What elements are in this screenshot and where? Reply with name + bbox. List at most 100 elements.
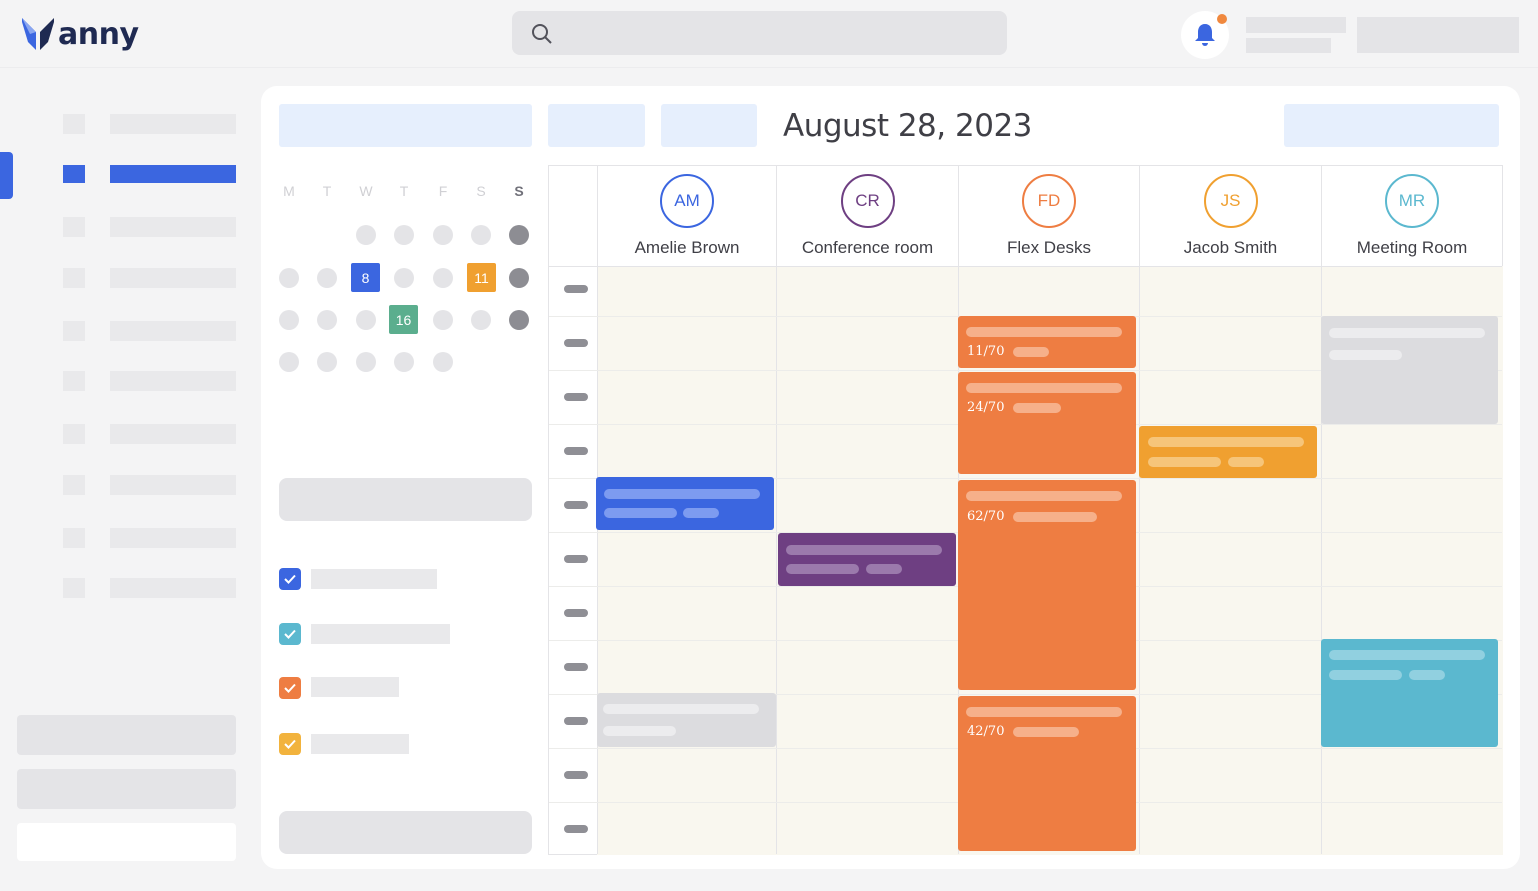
grid-column-divider: [776, 166, 777, 854]
filter-checkbox-blue[interactable]: [279, 568, 301, 590]
calendar-day[interactable]: [509, 310, 529, 330]
sidebar-item-7[interactable]: [63, 424, 238, 444]
booking-meeting-room-grey[interactable]: [1321, 316, 1498, 424]
calendar-day[interactable]: [509, 225, 529, 245]
calendar-day[interactable]: [433, 310, 453, 330]
toolbar-view-button[interactable]: [1284, 104, 1499, 147]
left-panel-button-top[interactable]: [279, 478, 532, 521]
resource-header-flex-desks[interactable]: FD Flex Desks: [959, 166, 1139, 266]
booking-text-placeholder: [786, 545, 942, 555]
booking-meeting-room-teal[interactable]: [1321, 639, 1498, 747]
calendar-day[interactable]: [356, 310, 376, 330]
time-label-placeholder: [564, 717, 588, 725]
booking-text-placeholder: [1013, 347, 1049, 357]
booking-flex-desks-2[interactable]: 24/70: [958, 372, 1136, 474]
nav-label-placeholder: [110, 165, 236, 183]
calendar-day[interactable]: [317, 310, 337, 330]
booking-text-placeholder: [603, 704, 759, 714]
resource-header-jacob[interactable]: JS Jacob Smith: [1140, 166, 1321, 266]
booking-jacob[interactable]: [1139, 426, 1317, 478]
butterfly-logo-icon: [22, 18, 54, 50]
calendar-day[interactable]: [279, 310, 299, 330]
current-date-title: August 28, 2023: [783, 108, 1032, 144]
calendar-day[interactable]: [471, 310, 491, 330]
booking-text-placeholder: [966, 327, 1122, 337]
booking-flex-desks-1[interactable]: 11/70: [958, 316, 1136, 368]
calendar-day[interactable]: [394, 268, 414, 288]
time-label-placeholder: [564, 663, 588, 671]
booking-amelie-grey[interactable]: [597, 693, 776, 747]
left-panel-button-bottom[interactable]: [279, 811, 532, 854]
calendar-day[interactable]: [356, 225, 376, 245]
weekday-sat: S: [476, 183, 486, 199]
sidebar-item-3[interactable]: [63, 217, 238, 237]
nav-label-placeholder: [110, 578, 236, 598]
calendar-day[interactable]: [317, 352, 337, 372]
toolbar-next-button[interactable]: [661, 104, 757, 147]
calendar-day[interactable]: [279, 352, 299, 372]
sidebar-button-3[interactable]: [17, 823, 236, 861]
nav-label-placeholder: [110, 371, 236, 391]
notifications-button[interactable]: [1181, 11, 1229, 59]
sidebar-item-8[interactable]: [63, 475, 238, 495]
resource-header-conference-room[interactable]: CR Conference room: [777, 166, 958, 266]
resource-name: Amelie Brown: [634, 238, 740, 257]
sidebar-item-4[interactable]: [63, 268, 238, 288]
toolbar-prev-button[interactable]: [548, 104, 645, 147]
resource-name: Jacob Smith: [1183, 238, 1278, 257]
search-bar[interactable]: [512, 11, 1007, 55]
calendar-day[interactable]: [471, 225, 491, 245]
check-icon: [284, 574, 296, 584]
booking-flex-desks-3[interactable]: 62/70: [958, 480, 1136, 690]
sidebar-item-5[interactable]: [63, 321, 238, 341]
avatar-initials: CR: [855, 191, 880, 210]
nav-icon: [63, 268, 85, 288]
resource-header-amelie[interactable]: AM Amelie Brown: [598, 166, 776, 266]
sidebar-item-1[interactable]: [63, 114, 238, 134]
filter-label-placeholder: [311, 734, 409, 754]
calendar-day[interactable]: [356, 352, 376, 372]
filter-checkbox-amber[interactable]: [279, 733, 301, 755]
calendar-day[interactable]: [394, 225, 414, 245]
nav-icon: [63, 528, 85, 548]
avatar-initials: AM: [674, 191, 700, 210]
calendar-day[interactable]: [509, 268, 529, 288]
calendar-day-highlighted[interactable]: 11: [467, 263, 496, 292]
booking-text-placeholder: [1329, 650, 1485, 660]
nav-icon: [63, 578, 85, 598]
sidebar-item-10[interactable]: [63, 578, 238, 598]
sidebar-item-2-active[interactable]: [63, 165, 238, 183]
booking-text-placeholder: [683, 508, 719, 518]
resource-header-meeting-room[interactable]: MR Meeting Room: [1322, 166, 1502, 266]
weekday-tue: T: [322, 183, 332, 199]
booking-text-placeholder: [603, 726, 676, 736]
user-name-placeholder: [1246, 17, 1346, 33]
booking-text-placeholder: [1013, 512, 1097, 522]
filter-checkbox-orange[interactable]: [279, 677, 301, 699]
calendar-day[interactable]: [433, 352, 453, 372]
search-icon: [532, 24, 552, 44]
time-label-placeholder: [564, 285, 588, 293]
sidebar-button-2[interactable]: [17, 769, 236, 809]
grid-column-divider: [1321, 166, 1322, 854]
logo[interactable]: anny: [20, 14, 139, 54]
calendar-day-highlighted[interactable]: 8: [351, 263, 380, 292]
logo-text: anny: [58, 16, 139, 52]
filter-checkbox-teal[interactable]: [279, 623, 301, 645]
time-label-placeholder: [564, 339, 588, 347]
calendar-day[interactable]: [433, 268, 453, 288]
calendar-day-highlighted[interactable]: 16: [389, 305, 418, 334]
sidebar-item-6[interactable]: [63, 371, 238, 391]
calendar-day[interactable]: [279, 268, 299, 288]
calendar-day[interactable]: [317, 268, 337, 288]
sidebar-active-indicator: [0, 152, 13, 199]
sidebar-item-9[interactable]: [63, 528, 238, 548]
booking-conference-room[interactable]: [778, 533, 956, 586]
calendar-day[interactable]: [433, 225, 453, 245]
toolbar-primary-button[interactable]: [279, 104, 532, 147]
booking-amelie-blue[interactable]: [596, 477, 774, 530]
calendar-day[interactable]: [394, 352, 414, 372]
sidebar-button-1[interactable]: [17, 715, 236, 755]
booking-flex-desks-4[interactable]: 42/70: [958, 696, 1136, 851]
account-menu-placeholder[interactable]: [1357, 17, 1519, 53]
